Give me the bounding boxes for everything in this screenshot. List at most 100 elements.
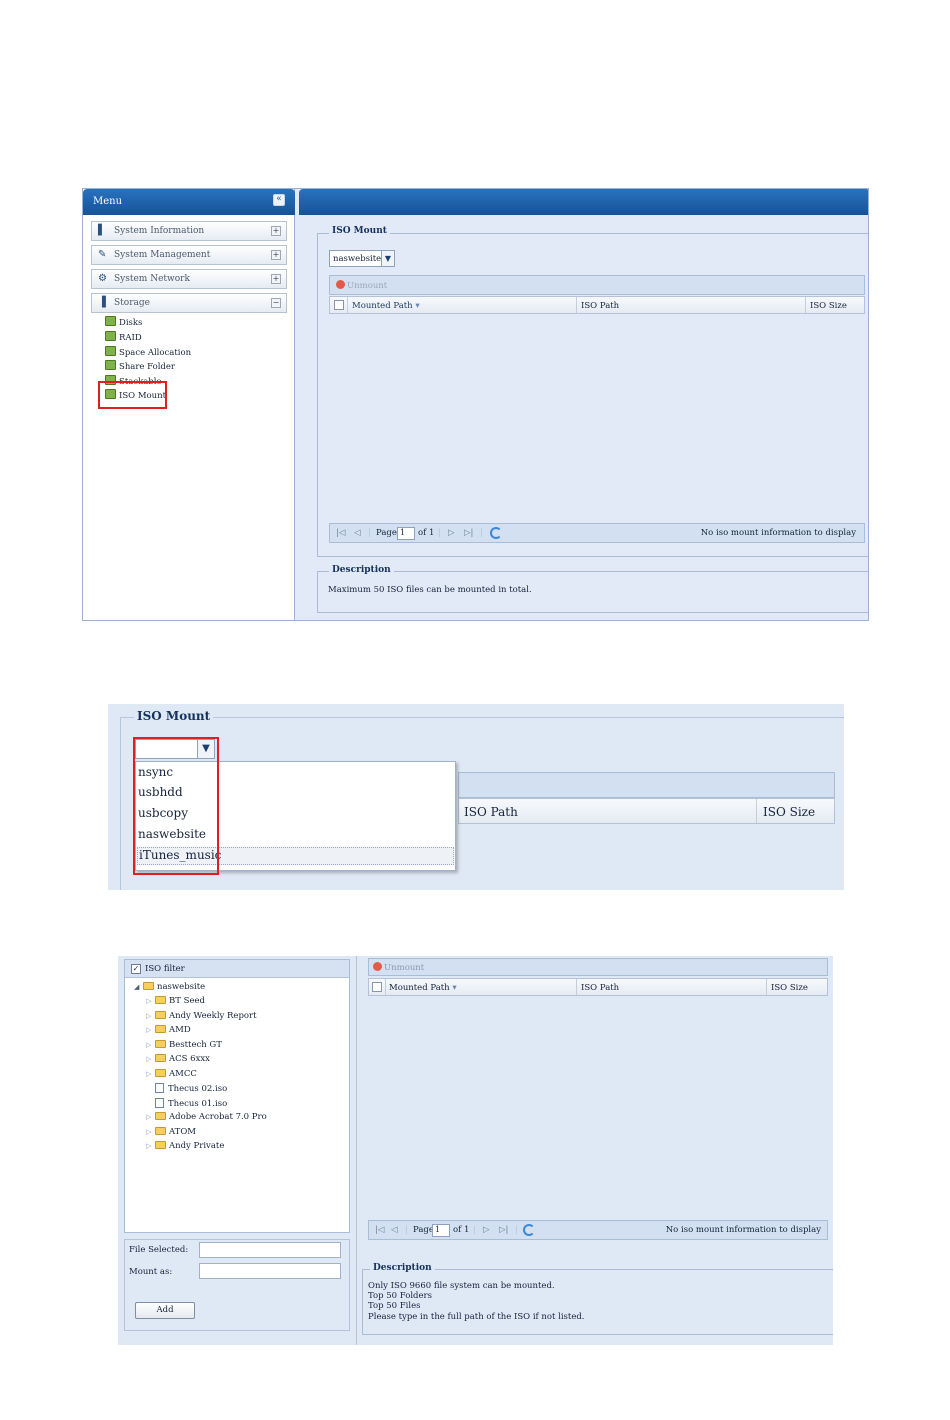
menu-section-system-management[interactable]: ✎ System Management + [91,245,287,265]
highlight-box [133,737,219,875]
system-management-icon: ✎ [98,249,107,260]
menu-section-storage[interactable]: ▐ Storage − [91,293,287,313]
prev-page-icon[interactable]: ◁ [354,528,361,538]
add-button[interactable]: Add [135,1302,195,1319]
description-line: Top 50 Files [368,1301,421,1311]
share-select[interactable]: naswebsite ▼ [329,250,395,267]
collapsed-arrow-icon: ▷ [146,1026,152,1034]
unmount-button[interactable]: Unmount [373,962,424,973]
expand-icon[interactable]: + [271,226,281,236]
menu-section-system-network[interactable]: ⚙ System Network + [91,269,287,289]
select-all-checkbox[interactable] [334,300,344,310]
column-mounted-path[interactable]: Mounted Path ▾ [352,301,420,311]
pager-separator: | [405,1225,408,1235]
collapsed-arrow-icon: ▷ [146,1012,152,1020]
menu-section-label: System Network [114,274,190,284]
column-iso-size[interactable]: ISO Size [810,301,847,311]
prev-page-icon[interactable]: ◁ [391,1225,398,1235]
tree-node-file[interactable]: Thecus 02.iso [155,1083,227,1094]
chevron-down-icon[interactable]: ▼ [381,251,394,266]
tree-node[interactable]: ▷ AMD [146,1025,191,1035]
last-page-icon[interactable]: ▷| [464,528,473,538]
column-iso-size[interactable]: ISO Size [771,983,808,993]
sort-arrow-icon: ▾ [415,301,420,311]
next-page-icon[interactable]: ▷ [448,528,455,538]
column-separator [756,799,757,823]
grid-body [329,315,865,519]
description-line: Only ISO 9660 file system can be mounted… [368,1281,555,1291]
tree-node[interactable]: ▷ Adobe Acrobat 7.0 Pro [146,1112,267,1122]
tree-node-label: AMD [169,1025,191,1035]
iso-filter-checkbox[interactable]: ✓ [131,964,141,974]
tree-node-label: Adobe Acrobat 7.0 Pro [169,1112,267,1122]
page-number-input[interactable]: 1 [397,527,415,540]
panel-divider [356,956,357,1345]
tree-node[interactable]: ▷ Besttech GT [146,1040,222,1050]
file-selected-input[interactable] [199,1242,341,1258]
menu-panel: Menu « ▌ System Information + ✎ System M… [83,189,295,620]
column-iso-path[interactable]: ISO Path [464,805,518,819]
folder-icon [155,1141,166,1149]
column-mounted-path[interactable]: Mounted Path ▾ [389,983,457,993]
tree-node[interactable]: ▷ Andy Private [146,1141,224,1151]
sidebar-item-label: Space Allocation [119,348,192,358]
tree-node[interactable]: ▷ AMCC [146,1069,197,1079]
expand-icon[interactable]: + [271,250,281,260]
tree-node-label: ATOM [169,1127,197,1137]
folder-icon [155,1011,166,1019]
content-header [299,189,868,215]
menu-section-label: System Information [114,226,205,236]
page-number-input[interactable]: 1 [432,1224,450,1237]
pager-separator: | [515,1225,518,1235]
folder-icon [143,982,154,990]
pager-separator: | [473,1225,476,1235]
iso-mount-legend: ISO Mount [329,226,390,236]
grid-toolbar [458,772,835,798]
collapsed-arrow-icon: ▷ [146,1041,152,1049]
tree-root-naswebsite[interactable]: ◢ naswebsite [134,982,205,992]
sidebar-item-raid[interactable]: RAID [105,331,142,345]
sidebar-item-space-allocation[interactable]: Space Allocation [105,346,191,360]
menu-section-system-information[interactable]: ▌ System Information + [91,221,287,241]
tree-node-label: Andy Private [169,1141,225,1151]
collapse-menu-icon[interactable]: « [273,194,285,206]
refresh-icon[interactable] [523,1224,535,1236]
tree-node[interactable]: ▷ BT Seed [146,996,205,1006]
menu-section-label: System Management [114,250,211,260]
file-selected-label: File Selected: [129,1245,189,1255]
folder-icon [155,1112,166,1120]
menu-section-label: Storage [114,298,150,308]
sidebar-item-disks[interactable]: Disks [105,316,142,330]
tree-node[interactable]: ▷ ATOM [146,1127,196,1137]
tree-node-label: ACS 6xxx [169,1054,210,1064]
mount-as-label: Mount as: [129,1267,173,1277]
column-iso-size[interactable]: ISO Size [763,805,815,819]
unmount-button[interactable]: Unmount [336,280,387,291]
collapse-icon[interactable]: − [271,298,281,308]
column-separator [385,979,386,995]
system-information-icon: ▌ [98,225,106,236]
first-page-icon[interactable]: |◁ [375,1225,384,1235]
sidebar-item-label: Share Folder [119,362,175,372]
iso-mount-legend: ISO Mount [134,709,214,723]
last-page-icon[interactable]: ▷| [499,1225,508,1235]
refresh-icon[interactable] [490,527,502,539]
menu-header: Menu « [83,189,295,215]
column-separator [347,297,348,313]
sidebar-item-share-folder[interactable]: Share Folder [105,360,175,374]
mount-as-input[interactable] [199,1263,341,1279]
column-iso-path[interactable]: ISO Path [581,301,619,311]
next-page-icon[interactable]: ▷ [483,1225,490,1235]
first-page-icon[interactable]: |◁ [336,528,345,538]
expand-icon[interactable]: + [271,274,281,284]
iso-file-icon [155,1098,164,1108]
column-iso-path[interactable]: ISO Path [581,983,619,993]
tree-node-label: AMCC [169,1069,197,1079]
collapsed-arrow-icon: ▷ [146,1113,152,1121]
select-all-checkbox[interactable] [372,982,382,992]
tree-node[interactable]: ▷ Andy Weekly Report [146,1011,257,1021]
grid-header: Mounted Path ▾ ISO Path ISO Size [368,978,828,996]
tree-node-file[interactable]: Thecus 01.iso [155,1098,227,1109]
tree-node[interactable]: ▷ ACS 6xxx [146,1054,210,1064]
description-legend: Description [329,565,394,575]
